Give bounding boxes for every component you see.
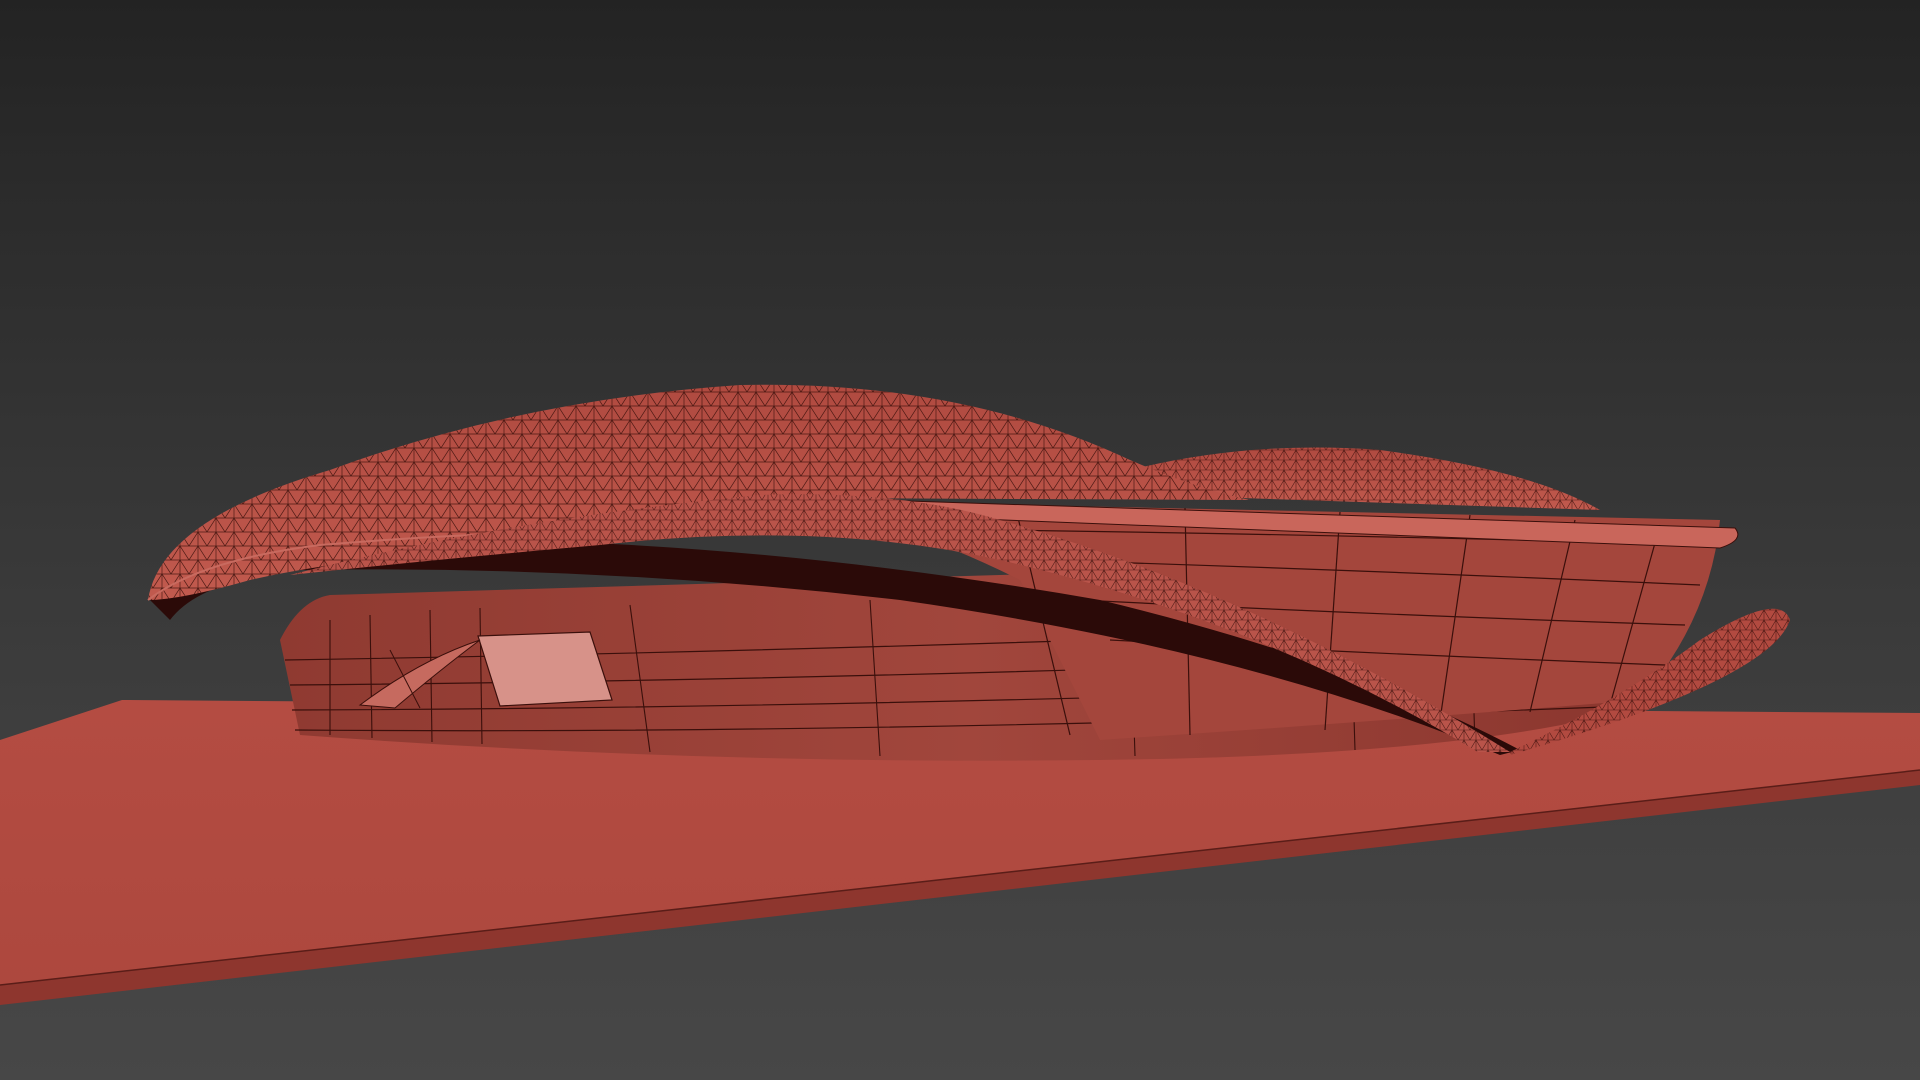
- rear-dome[interactable]: [1130, 447, 1600, 511]
- viewport-scene[interactable]: [0, 0, 1920, 1080]
- entrance-panel[interactable]: [477, 631, 613, 707]
- 3d-viewport[interactable]: [0, 0, 1920, 1080]
